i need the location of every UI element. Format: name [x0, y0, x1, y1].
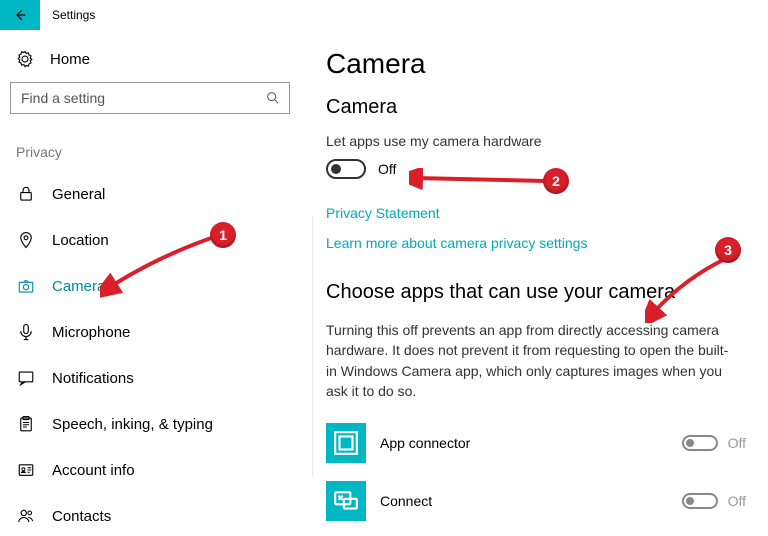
sidebar-item-label: Contacts — [52, 508, 111, 525]
sidebar-item-label: Notifications — [52, 370, 134, 387]
app-name: Connect — [380, 493, 682, 509]
app-toggle[interactable] — [682, 493, 718, 509]
sidebar-item-notifications[interactable]: Notifications — [10, 358, 290, 398]
page-title: Camera — [326, 48, 746, 80]
lock-icon — [16, 184, 36, 204]
sidebar-item-microphone[interactable]: Microphone — [10, 312, 290, 352]
app-name: App connector — [380, 435, 682, 451]
sidebar-item-location[interactable]: Location — [10, 220, 290, 260]
toggle-state-label: Off — [378, 161, 396, 177]
apps-section-heading: Choose apps that can use your camera — [326, 281, 746, 304]
camera-icon — [16, 276, 36, 296]
app-toggle-state: Off — [728, 435, 746, 451]
sidebar-item-label: Location — [52, 232, 109, 249]
toggle-intro-text: Let apps use my camera hardware — [326, 133, 746, 149]
sidebar-item-label: Account info — [52, 462, 135, 479]
link-learn-more[interactable]: Learn more about camera privacy settings — [326, 235, 746, 251]
home-label: Home — [50, 51, 90, 68]
location-icon — [16, 230, 36, 250]
sidebar-item-label: Camera — [52, 278, 105, 295]
main-content: Camera Camera Let apps use my camera har… — [300, 30, 768, 531]
sidebar-item-label: Speech, inking, & typing — [52, 416, 213, 433]
clipboard-icon — [16, 414, 36, 434]
app-row: Connect Off — [326, 481, 746, 521]
search-input[interactable] — [19, 89, 265, 107]
sidebar-item-account[interactable]: Account info — [10, 450, 290, 490]
window-title: Settings — [40, 8, 95, 22]
notifications-icon — [16, 368, 36, 388]
app-toggle[interactable] — [682, 435, 718, 451]
apps-section-description: Turning this off prevents an app from di… — [326, 320, 736, 401]
microphone-icon — [16, 322, 36, 342]
app-row: App connector Off — [326, 423, 746, 463]
sidebar-item-label: Microphone — [52, 324, 130, 341]
titlebar: Settings — [0, 0, 768, 30]
sidebar-item-speech[interactable]: Speech, inking, & typing — [10, 404, 290, 444]
sidebar: Home Privacy General Location Came — [0, 30, 300, 531]
contacts-icon — [16, 506, 36, 526]
back-button[interactable] — [0, 0, 40, 30]
search-box[interactable] — [10, 82, 290, 114]
sidebar-item-contacts[interactable]: Contacts — [10, 496, 290, 536]
camera-master-toggle[interactable] — [326, 159, 366, 179]
app-connector-icon — [326, 423, 366, 463]
search-icon — [265, 90, 281, 106]
sidebar-item-camera[interactable]: Camera — [10, 266, 290, 306]
account-icon — [16, 460, 36, 480]
back-arrow-icon — [13, 8, 27, 22]
link-privacy-statement[interactable]: Privacy Statement — [326, 205, 746, 221]
sidebar-section-title: Privacy — [10, 144, 290, 174]
sidebar-item-label: General — [52, 186, 105, 203]
sidebar-item-general[interactable]: General — [10, 174, 290, 214]
section-heading: Camera — [326, 96, 746, 119]
app-toggle-state: Off — [728, 493, 746, 509]
home-button[interactable]: Home — [10, 42, 290, 82]
gear-icon — [16, 50, 34, 68]
connect-app-icon — [326, 481, 366, 521]
vertical-divider — [312, 216, 313, 476]
